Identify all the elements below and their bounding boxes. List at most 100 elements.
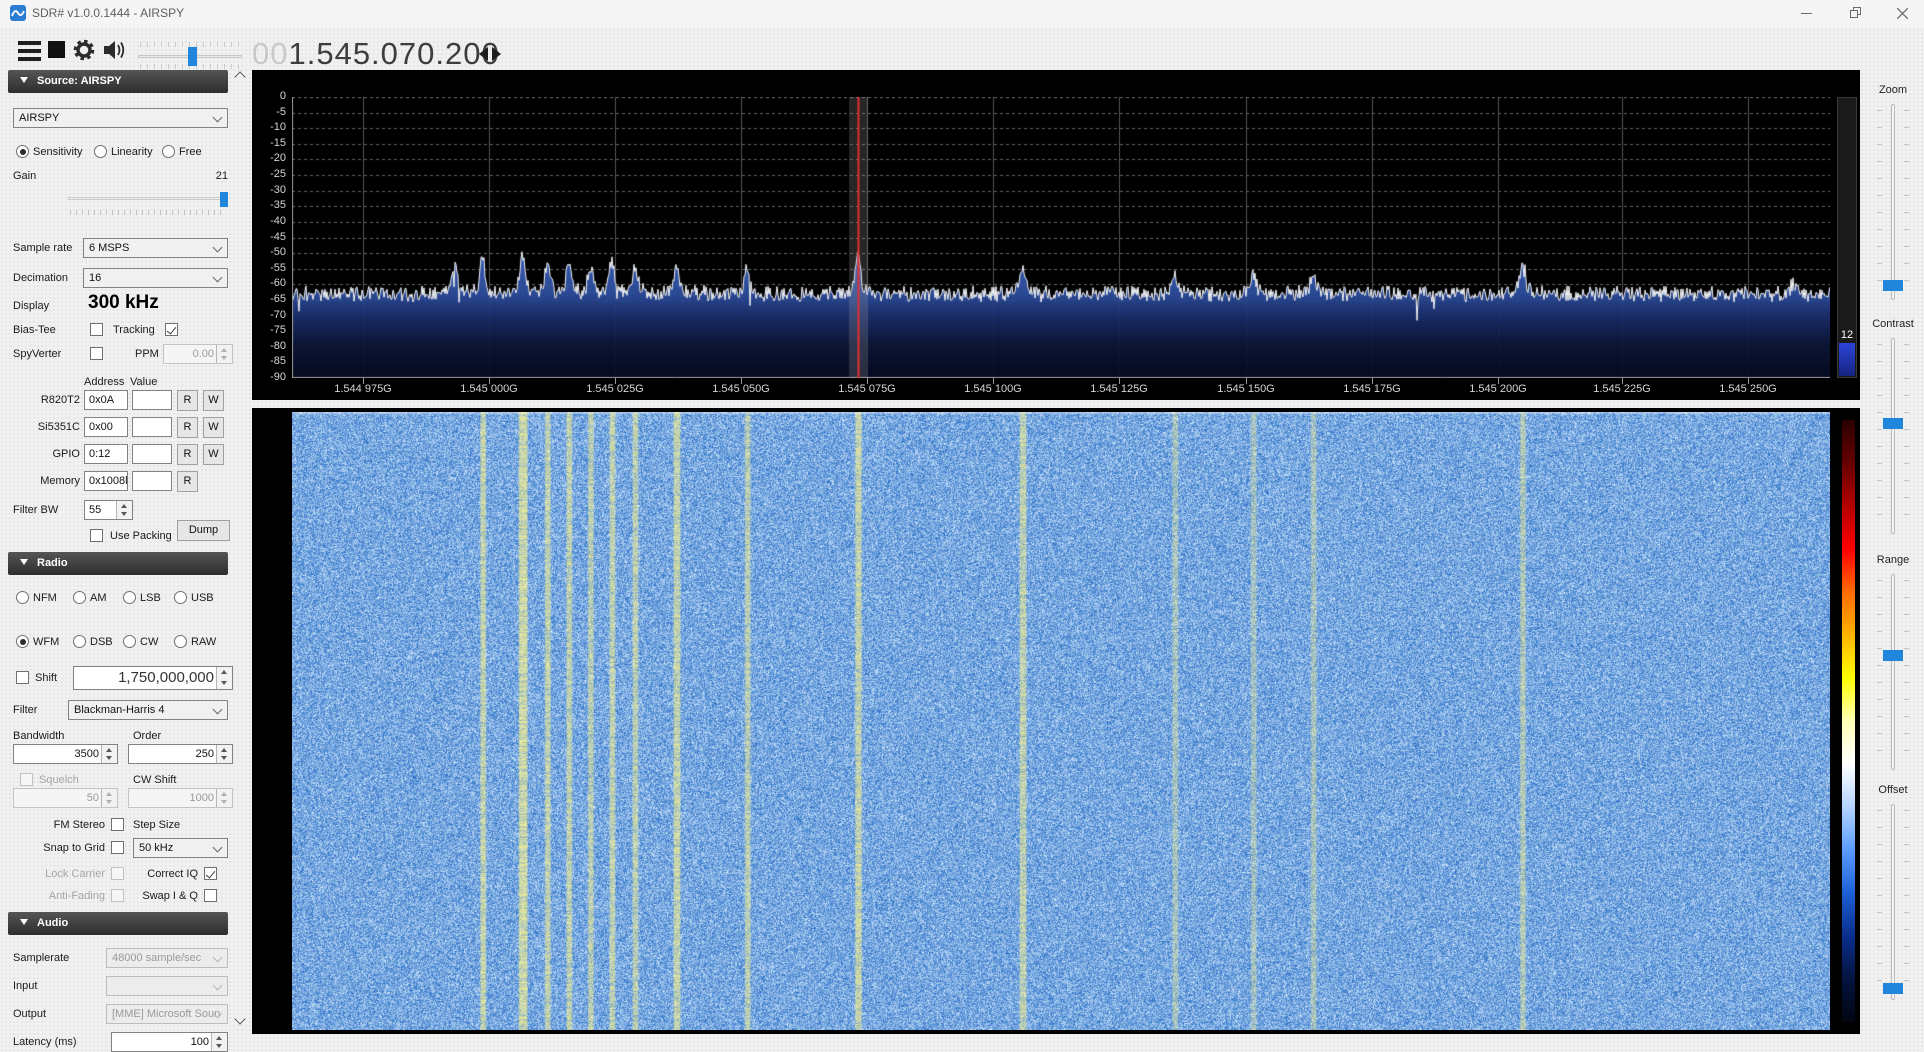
shift-spinner[interactable]: 1,750,000,000	[73, 666, 233, 690]
radio-panel-header[interactable]: Radio	[8, 552, 228, 575]
waterfall-plot[interactable]	[292, 412, 1830, 1030]
waterfall-color-scale	[1842, 420, 1855, 1022]
bias-tee-checkbox[interactable]	[90, 323, 103, 336]
mode-raw-radio[interactable]	[174, 635, 187, 648]
bandwidth-spinner[interactable]: 3500	[13, 744, 118, 764]
y-axis-tick-label: -60	[252, 277, 286, 289]
sample-rate-dropdown[interactable]: 6 MSPS	[83, 238, 228, 258]
settings-gear-icon[interactable]	[72, 38, 96, 62]
gain-mode-linearity-radio[interactable]	[94, 145, 107, 158]
spinner-arrows[interactable]	[216, 745, 232, 763]
register-value-input[interactable]	[132, 444, 172, 464]
range-slider[interactable]	[1875, 574, 1911, 770]
contrast-slider[interactable]	[1875, 338, 1911, 534]
minimize-button[interactable]	[1784, 0, 1828, 26]
register-read-button[interactable]: R	[177, 444, 198, 465]
speaker-icon[interactable]	[102, 39, 126, 61]
stop-button[interactable]	[48, 41, 65, 58]
fm-stereo-checkbox[interactable]	[111, 818, 124, 831]
y-axis-tick-label: -70	[252, 309, 286, 321]
mode-wfm-radio[interactable]	[16, 635, 29, 648]
y-axis-tick-label: -25	[252, 168, 286, 180]
spinner-arrows[interactable]	[211, 1033, 227, 1051]
order-spinner[interactable]: 250	[128, 744, 233, 764]
gain-slider-ticks	[70, 210, 222, 215]
tracking-checkbox[interactable]	[165, 323, 178, 336]
correct-iq-checkbox[interactable]	[204, 867, 217, 880]
register-write-button[interactable]: W	[203, 444, 224, 465]
zoom-slider[interactable]	[1875, 104, 1911, 300]
chevron-down-icon	[213, 843, 223, 853]
register-read-button[interactable]: R	[177, 471, 198, 492]
y-axis-tick-label: -85	[252, 355, 286, 367]
use-packing-checkbox[interactable]	[90, 529, 103, 542]
dump-button[interactable]: Dump	[177, 520, 230, 541]
sidebar-scroll-down-button[interactable]	[234, 1014, 246, 1022]
value-column-header: Value	[130, 372, 157, 392]
spectrum-plot[interactable]	[292, 97, 1830, 378]
register-name: Si5351C	[8, 417, 80, 437]
register-write-button[interactable]: W	[203, 390, 224, 411]
audio-latency-spinner[interactable]: 100	[111, 1032, 228, 1052]
filter-bw-spinner[interactable]: 55	[84, 500, 133, 520]
frequency-step-arrows-icon[interactable]	[478, 46, 508, 62]
shift-checkbox[interactable]	[16, 671, 29, 684]
mode-usb-radio[interactable]	[174, 591, 187, 604]
gain-slider[interactable]	[68, 192, 228, 208]
contrast-slider-thumb[interactable]	[1883, 418, 1903, 429]
spyverter-checkbox[interactable]	[90, 347, 103, 360]
source-device-dropdown[interactable]: AIRSPY	[13, 108, 228, 128]
register-name: Memory	[8, 471, 80, 491]
chevron-down-icon	[213, 981, 223, 991]
volume-slider-thumb[interactable]	[188, 47, 197, 66]
register-write-button[interactable]: W	[203, 417, 224, 438]
register-value-input[interactable]	[132, 390, 172, 410]
swap-iq-label: Swap I & Q	[128, 886, 198, 906]
frequency-display[interactable]: 001.545.070.200	[252, 36, 500, 72]
chevron-down-icon	[213, 273, 223, 283]
gain-mode-sensitivity-radio[interactable]	[16, 145, 29, 158]
mode-cw-radio[interactable]	[123, 635, 136, 648]
offset-slider[interactable]	[1875, 804, 1911, 1000]
decimation-dropdown[interactable]: 16	[83, 268, 228, 288]
spinner-arrows[interactable]	[116, 501, 132, 519]
audio-panel-header[interactable]: Audio	[8, 912, 228, 935]
gain-slider-thumb[interactable]	[220, 192, 228, 207]
sidebar-scroll-up-button[interactable]	[234, 72, 246, 80]
filter-dropdown[interactable]: Blackman-Harris 4	[68, 700, 228, 720]
step-size-dropdown[interactable]: 50 kHz	[133, 838, 228, 858]
mode-dsb-radio[interactable]	[73, 635, 86, 648]
zoom-slider-thumb[interactable]	[1883, 280, 1903, 291]
register-address-input[interactable]: 0x0A	[84, 390, 128, 410]
y-axis-tick-label: -45	[252, 231, 286, 243]
register-read-button[interactable]: R	[177, 390, 198, 411]
register-value-input[interactable]	[132, 471, 172, 491]
mode-nfm-radio[interactable]	[16, 591, 29, 604]
register-address-input[interactable]: 0x1008l	[84, 471, 128, 491]
signal-level-indicator[interactable]: 12	[1837, 97, 1857, 378]
x-axis-tick-label: 1.545 150G	[1201, 383, 1291, 395]
register-value-input[interactable]	[132, 417, 172, 437]
spinner-arrows[interactable]	[101, 745, 117, 763]
mode-am-radio[interactable]	[73, 591, 86, 604]
offset-slider-thumb[interactable]	[1883, 983, 1903, 994]
register-read-button[interactable]: R	[177, 417, 198, 438]
menu-button[interactable]	[18, 41, 41, 65]
range-slider-thumb[interactable]	[1883, 650, 1903, 661]
ppm-spinner[interactable]: 0.00	[163, 344, 233, 364]
register-address-input[interactable]: 0:12	[84, 444, 128, 464]
swap-iq-checkbox[interactable]	[204, 889, 217, 902]
mode-label: DSB	[90, 632, 113, 652]
mode-lsb-radio[interactable]	[123, 591, 136, 604]
snap-to-grid-checkbox[interactable]	[111, 841, 124, 854]
volume-slider[interactable]	[138, 38, 242, 72]
source-panel-header[interactable]: Source: AIRSPY	[8, 70, 228, 93]
gain-mode-free-radio[interactable]	[162, 145, 175, 158]
register-address-input[interactable]: 0x00	[84, 417, 128, 437]
spinner-arrows[interactable]	[216, 345, 232, 363]
close-button[interactable]	[1880, 0, 1924, 26]
spinner-arrows[interactable]	[216, 667, 232, 689]
frequency-leading-zeros: 00	[252, 36, 288, 71]
maximize-button[interactable]	[1834, 0, 1878, 26]
register-row: GPIO 0:12 R W	[8, 444, 228, 464]
